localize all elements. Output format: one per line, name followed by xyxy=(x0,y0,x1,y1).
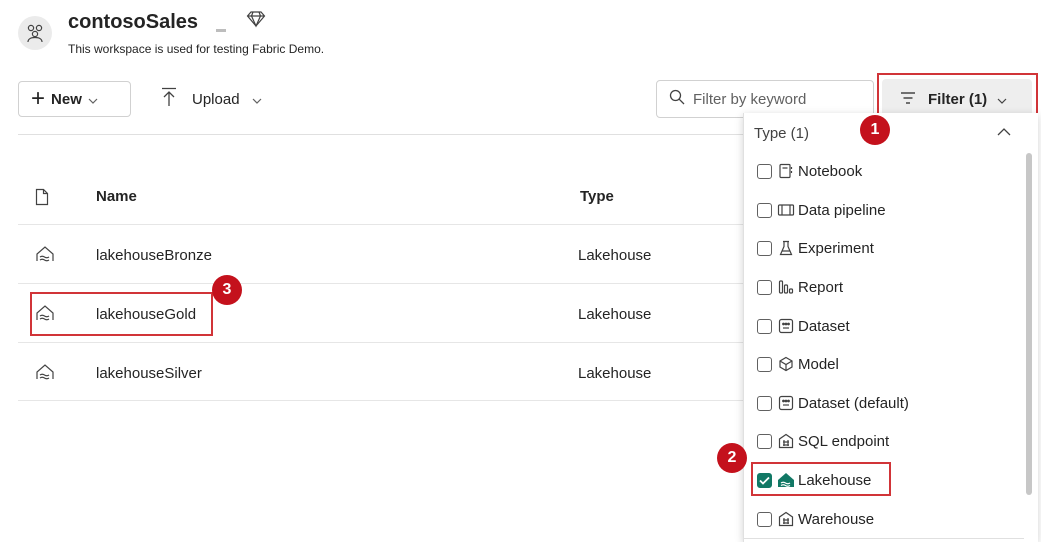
checkbox[interactable] xyxy=(757,163,772,179)
step-badge-2: 2 xyxy=(717,443,747,473)
filter-option-model[interactable]: Model xyxy=(757,352,839,376)
checkbox[interactable] xyxy=(757,240,772,256)
new-button[interactable]: + New xyxy=(18,81,131,117)
search-input[interactable] xyxy=(693,90,863,108)
column-header-type[interactable]: Type xyxy=(580,188,614,205)
step-badge-1: 1 xyxy=(860,115,890,145)
report-icon xyxy=(777,278,795,296)
new-label: New xyxy=(51,90,82,108)
table-row-type: Lakehouse xyxy=(578,306,652,323)
data-pipeline-icon xyxy=(777,201,795,219)
title-cursor-mark xyxy=(216,29,226,32)
toolbar-divider xyxy=(18,134,748,135)
checkbox[interactable] xyxy=(757,433,772,449)
lakehouse-gold-highlight-box xyxy=(30,292,213,336)
column-header-name[interactable]: Name xyxy=(96,188,137,205)
experiment-icon xyxy=(777,239,795,257)
plus-icon: + xyxy=(31,85,46,112)
chevron-down-icon xyxy=(252,91,262,108)
search-icon xyxy=(669,89,685,110)
table-row-type: Lakehouse xyxy=(578,247,652,264)
filter-option-dataset[interactable]: Dataset xyxy=(757,314,850,338)
lakehouse-icon xyxy=(35,245,55,268)
workspace-title: contosoSales xyxy=(68,11,199,33)
chevron-up-icon[interactable] xyxy=(997,123,1011,141)
premium-diamond-icon xyxy=(246,10,266,33)
filter-option-data-pipeline[interactable]: Data pipeline xyxy=(757,198,886,222)
notebook-icon xyxy=(777,162,795,180)
checkbox[interactable] xyxy=(757,511,772,527)
filter-option-label: SQL endpoint xyxy=(798,432,890,450)
table-row-name[interactable]: lakehouseBronze xyxy=(96,247,212,264)
row-divider xyxy=(18,342,743,343)
filter-option-label: Experiment xyxy=(798,239,874,257)
filter-option-label: Dataset (default) xyxy=(798,394,909,412)
filter-option-label: Model xyxy=(798,355,839,373)
lakehouse-option-highlight-box xyxy=(751,462,891,496)
table-row-name[interactable]: lakehouseSilver xyxy=(96,365,202,382)
filter-option-label: Dataset xyxy=(798,317,850,335)
row-divider xyxy=(18,400,743,401)
row-divider xyxy=(18,283,743,284)
filter-option-report[interactable]: Report xyxy=(757,275,843,299)
file-type-column-icon[interactable] xyxy=(35,188,49,210)
filter-option-dataset-default[interactable]: Dataset (default) xyxy=(757,391,909,415)
filter-option-label: Data pipeline xyxy=(798,201,886,219)
dropdown-divider xyxy=(744,538,1024,539)
dropdown-section-header: Type (1) xyxy=(754,125,810,142)
model-icon xyxy=(777,355,795,373)
dropdown-scrollbar[interactable] xyxy=(1026,153,1032,495)
step-badge-3: 3 xyxy=(212,275,242,305)
upload-label: Upload xyxy=(192,90,240,108)
checkbox[interactable] xyxy=(757,279,772,295)
chevron-down-icon xyxy=(88,91,98,108)
row-divider xyxy=(18,224,743,225)
checkbox[interactable] xyxy=(757,202,772,218)
checkbox[interactable] xyxy=(757,356,772,372)
filter-option-label: Warehouse xyxy=(798,510,875,528)
sql-endpoint-icon xyxy=(777,432,795,450)
workspace-description: This workspace is used for testing Fabri… xyxy=(68,42,325,56)
checkbox[interactable] xyxy=(757,318,772,334)
filter-option-notebook[interactable]: Notebook xyxy=(757,159,862,183)
warehouse-icon xyxy=(777,510,795,528)
table-row-type: Lakehouse xyxy=(578,365,652,382)
checkbox[interactable] xyxy=(757,395,772,411)
filter-option-label: Report xyxy=(798,278,844,296)
dataset-icon xyxy=(777,394,795,412)
workspace-icon xyxy=(18,16,52,50)
filter-option-warehouse[interactable]: Warehouse xyxy=(757,507,874,531)
filter-option-experiment[interactable]: Experiment xyxy=(757,236,874,260)
lakehouse-icon xyxy=(35,363,55,386)
dataset-icon xyxy=(777,317,795,335)
upload-button[interactable]: Upload xyxy=(160,81,262,117)
upload-icon xyxy=(160,87,178,111)
filter-option-label: Notebook xyxy=(798,162,863,180)
filter-option-sql-endpoint[interactable]: SQL endpoint xyxy=(757,429,889,453)
